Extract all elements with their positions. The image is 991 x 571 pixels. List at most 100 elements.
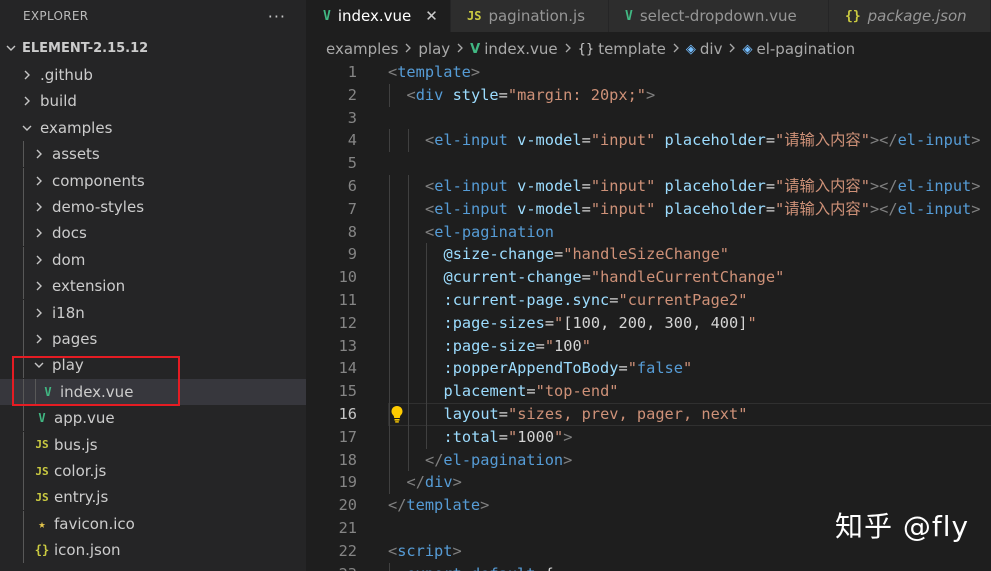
code-line[interactable]: 19 </div> xyxy=(307,471,991,495)
tree-folder-extension[interactable]: extension xyxy=(0,273,306,300)
tab-package-json[interactable]: {} package.json xyxy=(829,0,991,32)
code-line[interactable]: 4 <el-input v-model="input" placeholder="… xyxy=(307,129,991,153)
code-editor[interactable]: 1 <template> 2 <div style="margin: 20px;"> 3… xyxy=(307,61,991,571)
code-line[interactable]: 8 <el-pagination xyxy=(307,220,991,244)
code-token: template xyxy=(406,496,481,515)
code-token: " xyxy=(554,427,564,446)
tree-folder-i18n[interactable]: i18n xyxy=(0,299,306,326)
code-line[interactable]: 5 xyxy=(307,152,991,175)
code-token: :page-sizes xyxy=(443,313,545,332)
symbol-element-icon: ◈ xyxy=(685,41,696,57)
code-text: :current-page.sync="currentPage2" xyxy=(444,289,748,312)
code-line[interactable]: 6 <el-input v-model="input" placeholder="… xyxy=(307,175,991,198)
code-token: div xyxy=(415,85,444,104)
code-line[interactable]: 10 @current-change="handleCurrentChange" xyxy=(307,266,991,289)
tree-file-bus-js[interactable]: JS bus.js xyxy=(0,431,306,458)
code-token: "请输入内容" xyxy=(775,177,870,195)
indent-guide xyxy=(389,425,390,449)
tree-item-label: .github xyxy=(40,66,93,84)
tab-label: package.json xyxy=(867,7,967,25)
indent-guide xyxy=(23,246,24,273)
line-number: 1 xyxy=(347,63,357,81)
tree-file-icon-json[interactable]: {} icon.json xyxy=(0,537,306,564)
code-line[interactable]: 7 <el-input v-model="input" placeholder="… xyxy=(307,197,991,221)
code-line[interactable]: 9 @size-change="handleSizeChange" xyxy=(307,243,991,267)
code-token: el-pagination xyxy=(434,222,554,241)
code-token: > xyxy=(452,541,462,560)
tree-folder-demo-styles[interactable]: demo-styles xyxy=(0,194,306,220)
breadcrumb-item[interactable]: index.vue xyxy=(484,40,557,58)
tree-item-label: assets xyxy=(52,145,100,164)
code-token: > xyxy=(971,131,981,150)
code-line[interactable]: 11:current-page.sync="currentPage2" xyxy=(307,289,991,312)
chevron-right-icon xyxy=(34,308,44,318)
code-token: > xyxy=(452,473,462,492)
code-token: = xyxy=(618,359,628,378)
more-actions-icon[interactable]: ··· xyxy=(268,7,286,26)
code-token: layout xyxy=(443,405,499,423)
indent-guide xyxy=(389,562,390,571)
line-number: 16 xyxy=(338,405,357,423)
code-text: :popperAppendToBody="false" xyxy=(444,357,693,380)
tab-select-dropdown-vue[interactable]: Vselect-dropdown.vue xyxy=(609,0,829,32)
tree-item-label: build xyxy=(40,92,77,111)
code-line[interactable]: 17:total="1000"> xyxy=(307,425,991,449)
code-line[interactable]: 14:popperAppendToBody="false" xyxy=(307,357,991,381)
breadcrumb-item[interactable]: play xyxy=(418,40,450,58)
indent-guide xyxy=(389,311,390,335)
code-line[interactable]: 12:page-sizes="[100, 200, 300, 400]" xyxy=(307,311,991,335)
tree-folder-github[interactable]: .github xyxy=(0,62,306,88)
close-icon[interactable]: ✕ xyxy=(425,7,438,25)
breadcrumb-item[interactable]: template xyxy=(598,40,666,58)
code-text: </el-pagination> xyxy=(425,449,572,472)
tab-index-vue[interactable]: Vindex.vue ✕ xyxy=(307,0,451,32)
tree-folder-pages[interactable]: pages xyxy=(0,326,306,352)
line-number: 12 xyxy=(338,313,357,332)
tab-pagination-js[interactable]: JS pagination.js xyxy=(451,0,609,32)
indent-guide xyxy=(407,448,409,472)
code-line[interactable]: 23 export default { xyxy=(307,562,991,571)
json-file-icon: {} xyxy=(34,543,50,558)
code-line[interactable]: 13:page-size="100" xyxy=(307,334,991,358)
chevron-right-icon xyxy=(22,70,32,80)
code-line[interactable]: 2 <div style="margin: 20px;"> xyxy=(307,83,991,107)
tree-folder-examples[interactable]: examples xyxy=(0,115,306,141)
tree-file-app-vue[interactable]: Vapp.vue xyxy=(0,405,306,432)
tree-folder-build[interactable]: build xyxy=(0,88,306,114)
indent-guide xyxy=(389,129,390,153)
tree-folder-dom[interactable]: dom xyxy=(0,246,306,273)
js-file-icon: JS xyxy=(35,490,49,504)
tree-file-color-js[interactable]: JS color.js xyxy=(0,458,306,484)
breadcrumb-item[interactable]: div xyxy=(700,40,723,58)
code-token: = xyxy=(498,85,508,104)
code-token: > xyxy=(646,85,656,104)
chevron-right-icon xyxy=(34,176,44,186)
lightbulb-icon[interactable] xyxy=(390,405,404,427)
code-token: > xyxy=(480,496,490,515)
breadcrumb-item[interactable]: el-pagination xyxy=(756,40,855,58)
code-line[interactable]: 18 </el-pagination> xyxy=(307,448,991,472)
tree-folder-components[interactable]: components xyxy=(0,167,306,194)
line-number: 19 xyxy=(338,473,357,492)
highlight-box xyxy=(12,356,180,406)
tree-folder-docs[interactable]: docs xyxy=(0,220,306,247)
workspace-root[interactable]: ELEMENT-2.15.12 xyxy=(0,32,306,64)
code-line[interactable]: 16 layout="sizes, prev, pager, next" xyxy=(307,403,991,426)
code-line[interactable]: 1 <template> xyxy=(307,61,991,84)
tree-item-label: docs xyxy=(52,224,87,243)
code-token: :current-page.sync xyxy=(443,291,610,309)
breadcrumb-item[interactable]: examples xyxy=(326,40,398,58)
indent-guide xyxy=(426,311,427,335)
tree-file-entry-js[interactable]: JS entry.js xyxy=(0,484,306,511)
indent-guide xyxy=(389,83,390,107)
code-token: = xyxy=(535,336,545,355)
code-line[interactable]: 3 xyxy=(307,107,991,130)
code-text: layout="sizes, prev, pager, next" xyxy=(444,403,748,426)
code-line[interactable]: 15 placement="top-end" xyxy=(307,380,991,403)
tree-file-favicon-ico[interactable]: ★ favicon.ico xyxy=(0,510,306,537)
code-token: < xyxy=(425,177,435,195)
tree-folder-assets[interactable]: assets xyxy=(0,141,306,168)
